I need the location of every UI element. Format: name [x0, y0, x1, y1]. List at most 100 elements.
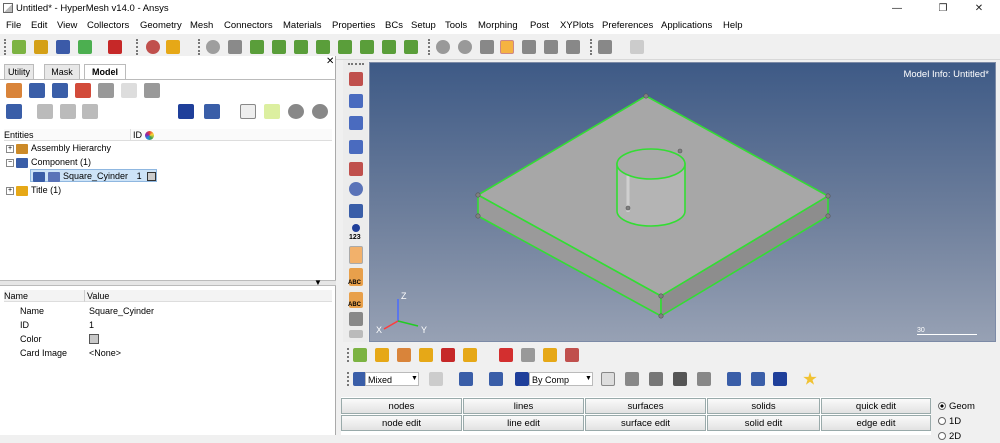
isometric-view-icon[interactable]	[382, 40, 396, 54]
shaded-geometry-icon[interactable]	[349, 182, 363, 196]
mask-icon[interactable]	[521, 348, 535, 362]
material-icon[interactable]	[144, 83, 160, 98]
menu-mesh[interactable]: Mesh	[190, 20, 213, 31]
component-tool-icon[interactable]	[375, 348, 389, 362]
redo-icon[interactable]	[630, 40, 644, 54]
view-xz-icon[interactable]	[294, 40, 308, 54]
view-reset-icon[interactable]	[404, 40, 418, 54]
panel-nodes[interactable]: nodes	[341, 398, 462, 414]
model-browser-icon[interactable]	[166, 40, 180, 54]
property-icon[interactable]	[98, 83, 114, 98]
cylinder-top-face[interactable]	[616, 148, 686, 180]
undo-icon[interactable]	[598, 40, 612, 54]
view-xy-icon[interactable]	[250, 40, 264, 54]
menu-post[interactable]: Post	[530, 20, 549, 31]
show-hide-icon[interactable]	[288, 104, 304, 119]
menu-file[interactable]: File	[6, 20, 21, 31]
wireframe-icon[interactable]	[349, 94, 363, 108]
panel-surface-edit[interactable]: surface edit	[585, 415, 706, 431]
property-name-value[interactable]: Square_Cyinder	[89, 304, 154, 318]
find-icon[interactable]	[543, 348, 557, 362]
spin-icon[interactable]	[566, 40, 580, 54]
numbering-label[interactable]: 123	[349, 234, 361, 241]
delete-model-icon[interactable]	[108, 40, 122, 54]
material-tool-icon[interactable]	[419, 348, 433, 362]
entities-column-header[interactable]: Entities	[4, 129, 130, 141]
delete-icon[interactable]	[499, 348, 513, 362]
panel-node-edit[interactable]: node edit	[341, 415, 462, 431]
component-color-swatch[interactable]	[147, 172, 157, 182]
tab-model[interactable]: Model	[84, 64, 126, 80]
tab-mask[interactable]: Mask	[44, 64, 80, 79]
info-icon[interactable]	[352, 224, 360, 232]
color-mode-select[interactable]: By Comp	[529, 372, 593, 386]
property-color-swatch[interactable]	[89, 334, 99, 344]
numbers-icon[interactable]	[565, 348, 579, 362]
panel-line-edit[interactable]: line edit	[463, 415, 584, 431]
plot-icon[interactable]	[349, 246, 363, 264]
panel-solid-edit[interactable]: solid edit	[707, 415, 820, 431]
element-mode-icon[interactable]	[649, 372, 663, 386]
property-tool-icon[interactable]	[397, 348, 411, 362]
view-yz-icon[interactable]	[338, 40, 352, 54]
rotate-vertical-icon[interactable]	[544, 40, 558, 54]
color-mode-icon[interactable]	[515, 372, 529, 386]
zoom-in-icon[interactable]	[436, 40, 450, 54]
expand-icon[interactable]: +	[6, 144, 14, 153]
screen-capture-icon[interactable]	[773, 372, 787, 386]
component-icon[interactable]	[52, 83, 68, 98]
menu-collectors[interactable]: Collectors	[87, 20, 129, 31]
radio-1d[interactable]: 1D	[938, 415, 961, 428]
display-filter-icon[interactable]	[6, 104, 22, 119]
more-tools-icon[interactable]	[349, 330, 363, 338]
split-view-icon[interactable]	[751, 372, 765, 386]
element-shape-icon[interactable]	[727, 372, 741, 386]
menu-properties[interactable]: Properties	[332, 20, 375, 31]
menu-connectors[interactable]: Connectors	[224, 20, 273, 31]
sort-icon[interactable]	[82, 104, 98, 119]
select-cursor-icon[interactable]	[240, 104, 256, 119]
expand-tree-icon[interactable]	[37, 104, 53, 119]
import-icon[interactable]	[34, 40, 48, 54]
component-visibility-icon[interactable]	[33, 171, 45, 182]
save-icon[interactable]	[56, 40, 70, 54]
center-icon[interactable]	[480, 40, 494, 54]
visibility-mode-icon[interactable]	[204, 104, 220, 119]
panel-solids[interactable]: solids	[707, 398, 820, 414]
menu-preferences[interactable]: Preferences	[602, 20, 653, 31]
menu-edit[interactable]: Edit	[31, 20, 47, 31]
organize-icon[interactable]	[463, 348, 477, 362]
pan-hand-icon[interactable]	[500, 40, 514, 54]
menu-bcs[interactable]: BCs	[385, 20, 403, 31]
shaded-mode-icon[interactable]	[625, 372, 639, 386]
plane-mode-icon[interactable]	[697, 372, 711, 386]
view-yx-icon[interactable]	[272, 40, 286, 54]
minimize-button[interactable]: —	[880, 0, 914, 17]
export-icon[interactable]	[78, 40, 92, 54]
panel-quick-edit[interactable]: quick edit	[821, 398, 931, 414]
panel-lines[interactable]: lines	[463, 398, 584, 414]
view-zx-icon[interactable]	[316, 40, 330, 54]
radio-2d[interactable]: 2D	[938, 430, 961, 443]
collapse-tree-icon[interactable]	[60, 104, 76, 119]
close-panel-icon[interactable]: ✕	[326, 56, 334, 67]
mesh-lines-icon[interactable]	[349, 116, 363, 130]
menu-applications[interactable]: Applications	[661, 20, 712, 31]
radio-geom[interactable]: Geom	[938, 400, 975, 413]
panel-edge-edit[interactable]: edge edit	[821, 415, 931, 431]
collector-icon[interactable]	[29, 83, 45, 98]
zoom-out-icon[interactable]	[458, 40, 472, 54]
splitter-arrow-icon[interactable]: ▼	[314, 278, 322, 287]
shading-icon[interactable]	[178, 104, 194, 119]
tree-item-component[interactable]: − Component (1)	[6, 156, 91, 169]
user-profile-icon[interactable]	[146, 40, 160, 54]
surface-display-icon[interactable]	[459, 372, 473, 386]
id-column-header[interactable]: ID	[130, 129, 332, 141]
menu-morphing[interactable]: Morphing	[478, 20, 518, 31]
menu-setup[interactable]: Setup	[411, 20, 436, 31]
chevron-down-icon[interactable]: ▼	[411, 375, 418, 382]
menu-view[interactable]: View	[57, 20, 77, 31]
geometry-display-icon[interactable]	[429, 372, 443, 386]
create-icon[interactable]	[353, 348, 367, 362]
rendering-icon[interactable]	[349, 312, 363, 326]
